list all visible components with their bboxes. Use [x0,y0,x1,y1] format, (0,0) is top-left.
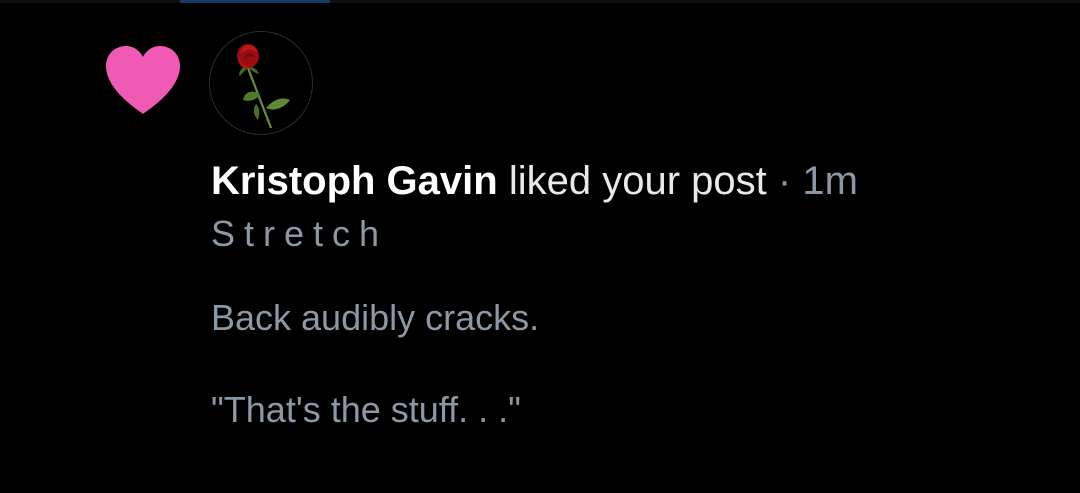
post-line: "That's the stuff. . ." [211,389,521,430]
post-line: Back audibly cracks. [211,297,540,338]
actor-name[interactable]: Kristoph Gavin [211,159,498,203]
separator: · [777,159,792,203]
avatar[interactable] [209,31,313,135]
heart-icon [104,44,182,116]
notification-headline: Kristoph Gavin liked your post · 1m [211,156,1071,206]
action-text: liked your post [508,159,767,203]
timestamp: 1m [802,159,858,203]
post-title[interactable]: Stretch [211,212,1071,256]
notification-content: Kristoph Gavin liked your post · 1m Stre… [211,156,1071,480]
post-preview[interactable]: Back audibly cracks. "That's the stuff. … [211,296,1071,432]
rose-icon [210,32,311,133]
like-notification[interactable]: Kristoph Gavin liked your post · 1m Stre… [0,0,1080,493]
notifications-screen: Kristoph Gavin liked your post · 1m Stre… [0,0,1080,493]
